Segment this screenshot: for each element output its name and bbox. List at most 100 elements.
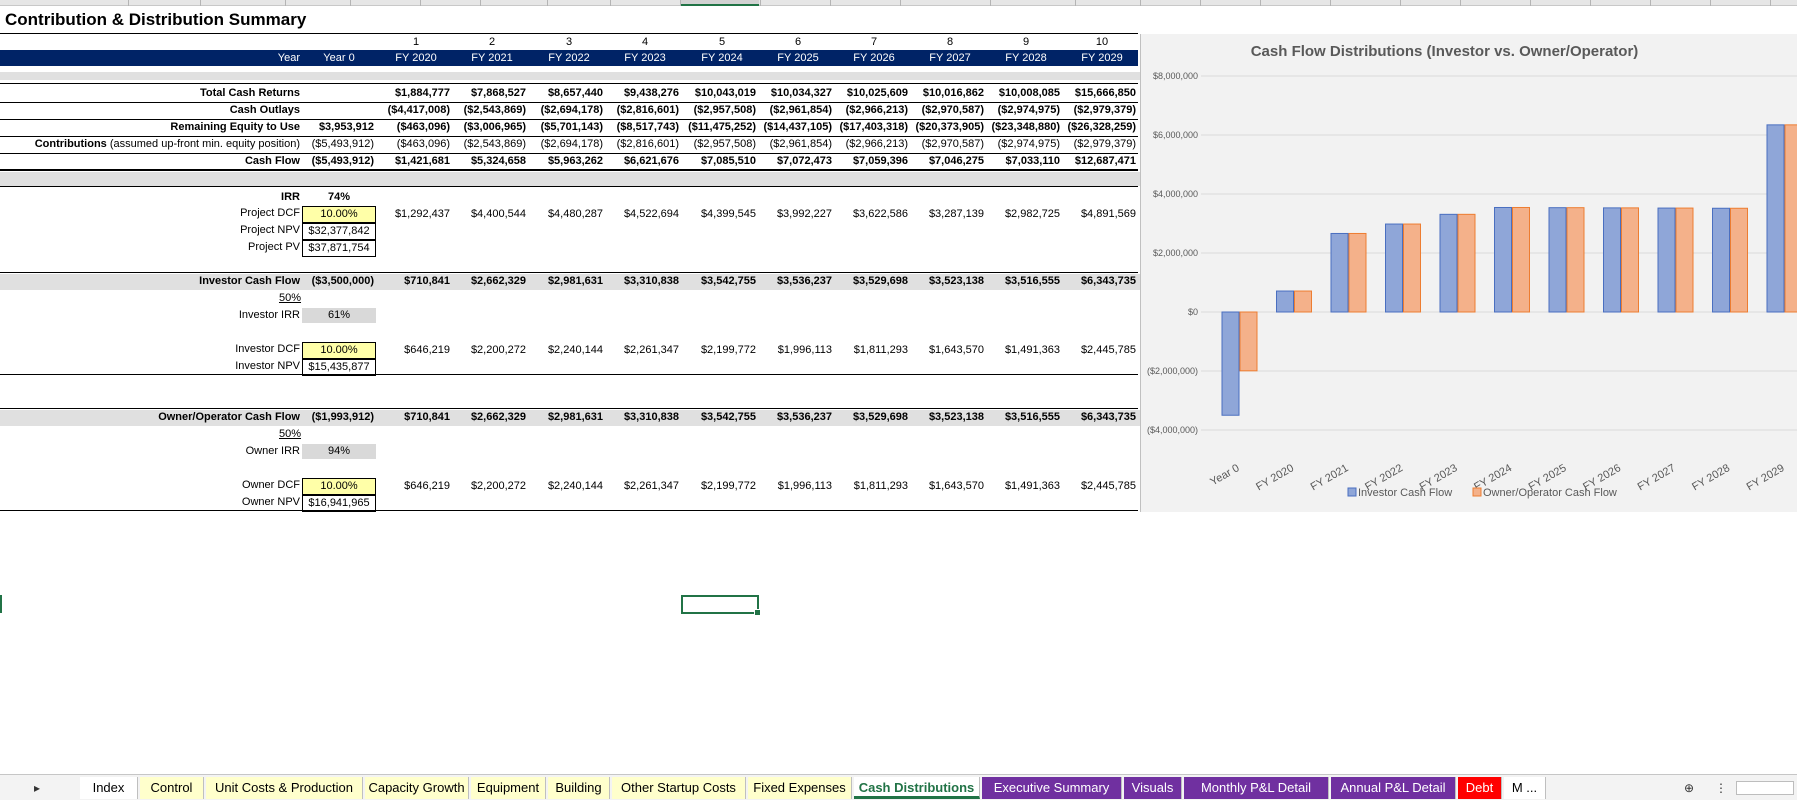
investor-dcf-input[interactable]: 10.00% (302, 342, 376, 359)
investor-cash-flow-value[interactable]: $2,662,329 (471, 274, 526, 289)
cash-outlays-value[interactable]: ($2,816,601) (617, 103, 679, 118)
project-dcf-value[interactable]: $4,891,569 (1081, 207, 1136, 222)
owner-cash-flow-value[interactable]: $3,516,555 (1005, 410, 1060, 425)
project-pv[interactable]: $37,871,754 (302, 240, 376, 257)
investor-dcf-label[interactable]: Investor DCF (235, 342, 300, 357)
cash-flow-year0[interactable]: ($5,493,912) (312, 154, 374, 169)
investor-cash-flow-value[interactable]: $6,343,735 (1081, 274, 1136, 289)
period-number[interactable]: 6 (768, 35, 828, 50)
owner-cash-flow-value[interactable]: $710,841 (404, 410, 450, 425)
remaining-equity-value[interactable]: ($17,403,318) (840, 120, 909, 135)
contributions-value[interactable]: ($2,979,379) (1074, 137, 1136, 152)
project-irr[interactable]: 74% (302, 190, 376, 205)
owner-dcf-input[interactable]: 10.00% (302, 478, 376, 495)
owner-cash-flow-value[interactable]: $2,662,329 (471, 410, 526, 425)
project-dcf-value[interactable]: $1,292,437 (395, 207, 450, 222)
cash-outlays-value[interactable]: ($2,957,508) (694, 103, 756, 118)
cash-outlays-value[interactable]: ($2,970,587) (922, 103, 984, 118)
cash-flow-value[interactable]: $6,621,676 (624, 154, 679, 169)
cash-flow-value[interactable]: $5,324,658 (471, 154, 526, 169)
sheet-tab[interactable]: Unit Costs & Production (206, 777, 363, 799)
sheet-tab[interactable]: Control (140, 777, 204, 799)
cash-flow-label[interactable]: Cash Flow (245, 154, 300, 169)
owner-dcf-value[interactable]: $646,219 (404, 479, 450, 494)
period-number[interactable]: 1 (386, 35, 446, 50)
total-cash-returns-value[interactable]: $10,008,085 (999, 86, 1060, 101)
owner-dcf-value[interactable]: $1,811,293 (854, 479, 908, 494)
owner-cash-flow-value[interactable]: $6,343,735 (1081, 410, 1136, 425)
year-label[interactable]: Year (278, 51, 300, 66)
contributions-label[interactable]: Contributions (assumed up-front min. equ… (35, 137, 300, 152)
total-cash-returns-value[interactable]: $10,016,862 (923, 86, 984, 101)
fiscal-year-header[interactable]: FY 2028 (990, 51, 1062, 66)
irr-label[interactable]: IRR (281, 190, 300, 205)
cash-outlays-value[interactable]: ($2,974,975) (998, 103, 1060, 118)
more-options-icon[interactable]: ⋮ (1712, 779, 1730, 797)
project-dcf-value[interactable]: $4,400,544 (471, 207, 526, 222)
year0-header[interactable]: Year 0 (304, 51, 374, 66)
owner-cash-flow-label[interactable]: Owner/Operator Cash Flow (158, 410, 300, 425)
sheet-tab[interactable]: Executive Summary (982, 777, 1122, 799)
owner-irr[interactable]: 94% (302, 444, 376, 459)
cash-flow-value[interactable]: $1,421,681 (395, 154, 450, 169)
owner-dcf-value[interactable]: $2,200,272 (471, 479, 526, 494)
investor-dcf-value[interactable]: $2,445,785 (1081, 343, 1136, 358)
investor-npv-label[interactable]: Investor NPV (235, 359, 300, 374)
project-pv-label[interactable]: Project PV (248, 240, 300, 255)
fiscal-year-header[interactable]: FY 2021 (456, 51, 528, 66)
total-cash-returns-value[interactable]: $1,884,777 (395, 86, 450, 101)
project-npv[interactable]: $32,377,842 (302, 223, 376, 240)
investor-dcf-value[interactable]: $1,996,113 (778, 343, 832, 358)
sheet-tab[interactable]: Fixed Expenses (748, 777, 852, 799)
contributions-value[interactable]: ($2,974,975) (998, 137, 1060, 152)
add-sheet-icon[interactable]: ⊕ (1680, 779, 1698, 797)
period-number[interactable]: 3 (539, 35, 599, 50)
spreadsheet-grid[interactable]: 1 FY 2020 2 FY 2021 3 FY 2022 4 FY 2023 5 FY 2024… (0, 0, 1140, 515)
sheet-tab[interactable]: Visuals (1124, 777, 1182, 799)
owner-dcf-label[interactable]: Owner DCF (242, 478, 300, 493)
remaining-equity-value[interactable]: ($8,517,743) (617, 120, 679, 135)
project-dcf-value[interactable]: $4,399,545 (701, 207, 756, 222)
contributions-value[interactable]: ($2,543,869) (464, 137, 526, 152)
contributions-year0[interactable]: ($5,493,912) (312, 137, 374, 152)
contributions-value[interactable]: ($2,816,601) (617, 137, 679, 152)
contributions-value[interactable]: ($2,966,213) (846, 137, 908, 152)
fiscal-year-header[interactable]: FY 2029 (1066, 51, 1138, 66)
period-number[interactable]: 5 (692, 35, 752, 50)
project-dcf-input[interactable]: 10.00% (302, 206, 376, 223)
sheet-tab[interactable]: Index (80, 777, 138, 799)
investor-dcf-value[interactable]: $1,811,293 (854, 343, 908, 358)
owner-dcf-value[interactable]: $1,643,570 (929, 479, 984, 494)
total-cash-returns-value[interactable]: $8,657,440 (548, 86, 603, 101)
investor-cash-flow-value[interactable]: $3,536,237 (777, 274, 832, 289)
owner-cash-flow-value[interactable]: $3,536,237 (777, 410, 832, 425)
cash-flow-chart[interactable]: Cash Flow Distributions (Investor vs. Ow… (1140, 34, 1797, 512)
investor-irr[interactable]: 61% (302, 308, 376, 323)
cash-outlays-value[interactable]: ($2,961,854) (770, 103, 832, 118)
next-sheet-icon[interactable]: ▸ (28, 779, 46, 797)
period-number[interactable]: 8 (920, 35, 980, 50)
owner-irr-label[interactable]: Owner IRR (246, 444, 300, 459)
cash-flow-value[interactable]: $12,687,471 (1075, 154, 1136, 169)
fiscal-year-header[interactable]: FY 2024 (686, 51, 758, 66)
fiscal-year-header[interactable]: FY 2027 (914, 51, 986, 66)
owner-npv-label[interactable]: Owner NPV (242, 495, 300, 510)
total-cash-returns-value[interactable]: $9,438,276 (624, 86, 679, 101)
project-npv-label[interactable]: Project NPV (240, 223, 300, 238)
fiscal-year-header[interactable]: FY 2023 (609, 51, 681, 66)
investor-cash-flow-value[interactable]: $3,529,698 (853, 274, 908, 289)
owner-dcf-value[interactable]: $2,240,144 (548, 479, 603, 494)
remaining-equity-value[interactable]: ($23,348,880) (992, 120, 1061, 135)
owner-share[interactable]: 50% (278, 427, 302, 442)
investor-dcf-value[interactable]: $2,261,347 (624, 343, 679, 358)
project-dcf-value[interactable]: $3,622,586 (853, 207, 908, 222)
investor-dcf-value[interactable]: $2,200,272 (471, 343, 526, 358)
owner-cash-flow-value[interactable]: $3,310,838 (624, 410, 679, 425)
investor-cash-flow-value[interactable]: $3,516,555 (1005, 274, 1060, 289)
remaining-equity-value[interactable]: ($20,373,905) (916, 120, 985, 135)
contributions-value[interactable]: ($2,957,508) (694, 137, 756, 152)
investor-dcf-value[interactable]: $2,240,144 (548, 343, 603, 358)
remaining-equity-value[interactable]: ($463,096) (397, 120, 450, 135)
total-cash-returns-value[interactable]: $10,043,019 (695, 86, 756, 101)
owner-cash-flow-year0[interactable]: ($1,993,912) (312, 410, 374, 425)
